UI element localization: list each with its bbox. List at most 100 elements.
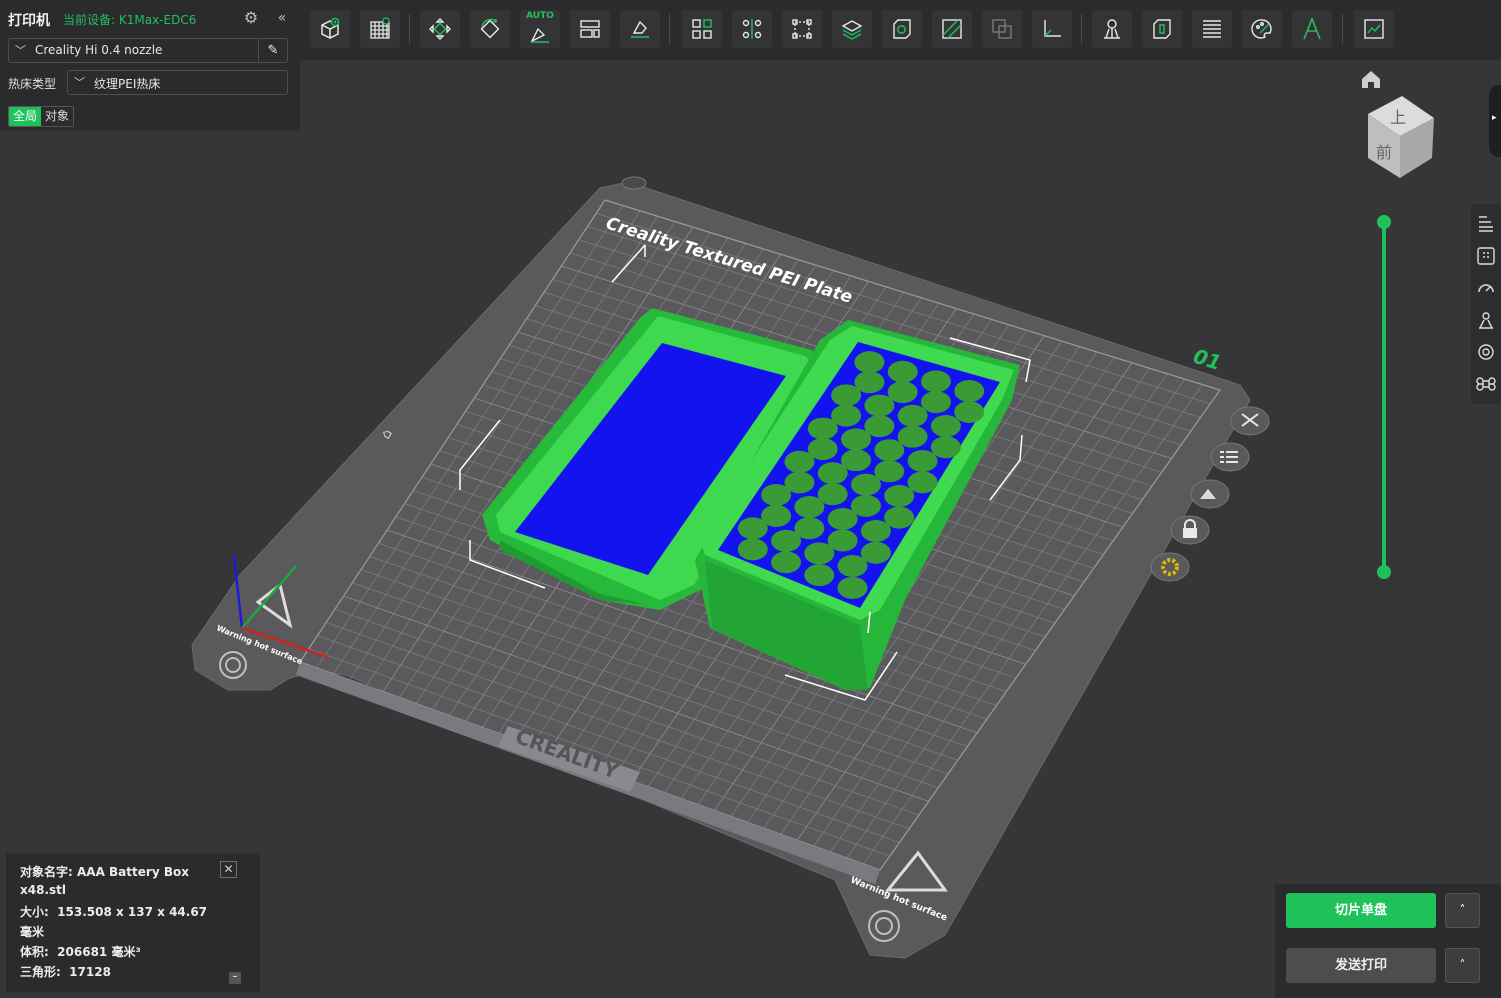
edit-pencil-icon[interactable]: ✎ bbox=[258, 39, 287, 62]
orient-button[interactable] bbox=[470, 10, 510, 48]
arrange-button[interactable] bbox=[420, 10, 460, 48]
battery-cell bbox=[864, 394, 895, 417]
support-tree-icon[interactable] bbox=[1476, 310, 1496, 330]
object-name-label: 对象名字: bbox=[20, 865, 73, 879]
orient-icon bbox=[480, 18, 500, 39]
volume-label: 体积: bbox=[20, 945, 49, 959]
battery-cell bbox=[854, 351, 885, 374]
plate-settings-button[interactable] bbox=[1146, 550, 1196, 594]
split-layout-icon bbox=[580, 20, 600, 38]
triangles-value: 17128 bbox=[69, 965, 111, 979]
auto-orient-icon bbox=[530, 27, 549, 43]
gear-icon[interactable]: ⚙ bbox=[242, 9, 260, 27]
size-label: 大小: bbox=[20, 905, 49, 919]
battery-cell bbox=[737, 538, 768, 561]
chevron-right-icon: ▸ bbox=[1492, 113, 1497, 123]
shell-button[interactable] bbox=[1142, 10, 1182, 48]
cut-button[interactable] bbox=[732, 10, 772, 48]
battery-cell bbox=[884, 484, 915, 507]
send-print-button[interactable]: 发送打印 bbox=[1286, 948, 1436, 983]
command-icon[interactable] bbox=[1476, 374, 1496, 394]
bounding-box-button[interactable] bbox=[782, 10, 822, 48]
battery-cell bbox=[841, 428, 872, 451]
support-paint-button[interactable] bbox=[832, 10, 872, 48]
color-paint-icon bbox=[1251, 19, 1272, 39]
minimize-icon[interactable]: – bbox=[229, 972, 241, 984]
battery-cell bbox=[874, 439, 905, 462]
printer-header: 打印机 当前设备: K1Max-EDC6 ⚙ « bbox=[8, 9, 292, 30]
close-icon[interactable]: ✕ bbox=[220, 861, 237, 878]
layer-button[interactable] bbox=[1192, 10, 1232, 48]
battery-cell bbox=[807, 417, 838, 440]
plate-grid-icon[interactable] bbox=[1476, 246, 1496, 266]
battery-cell bbox=[804, 542, 835, 565]
split-parts-button[interactable] bbox=[682, 10, 722, 48]
support-icon bbox=[1104, 19, 1120, 39]
battery-cell bbox=[930, 415, 961, 438]
battery-cell bbox=[784, 450, 815, 473]
lay-flat-icon bbox=[631, 20, 649, 38]
measure-icon bbox=[1044, 20, 1061, 37]
slice-options-arrow[interactable]: ˄ bbox=[1445, 893, 1480, 928]
add-object-button[interactable] bbox=[310, 10, 350, 48]
layer-slider-top-handle[interactable] bbox=[1377, 215, 1391, 229]
hollow-button[interactable] bbox=[882, 10, 922, 48]
cut-icon bbox=[742, 19, 762, 39]
battery-cell bbox=[954, 380, 985, 403]
hollow-icon bbox=[893, 19, 911, 39]
battery-cell bbox=[920, 370, 951, 393]
seam-paint-button[interactable] bbox=[932, 10, 972, 48]
battery-cell bbox=[771, 529, 802, 552]
lock-icon bbox=[1183, 528, 1197, 538]
send-options-arrow[interactable]: ˄ bbox=[1445, 948, 1480, 983]
auto-orient-button[interactable]: AUTO bbox=[520, 10, 560, 48]
battery-cell bbox=[920, 391, 951, 414]
plate-button[interactable] bbox=[360, 10, 400, 48]
top-toolbar: AUTO bbox=[300, 0, 1501, 60]
split-layout-button[interactable] bbox=[570, 10, 610, 48]
battery-cell bbox=[907, 471, 938, 494]
current-device-label[interactable]: 当前设备: K1Max-EDC6 bbox=[63, 11, 196, 28]
triangles-label: 三角形: bbox=[20, 965, 61, 979]
lay-flat-button[interactable] bbox=[620, 10, 660, 48]
boolean-button[interactable] bbox=[982, 10, 1022, 48]
size-value: 153.508 x 137 x 44.67 bbox=[57, 905, 208, 919]
plate-grid-icon bbox=[370, 17, 390, 39]
object-name-value: AAA Battery Box bbox=[77, 865, 189, 879]
battery-cell bbox=[831, 384, 862, 407]
battery-cell bbox=[804, 564, 835, 587]
battery-cell bbox=[907, 450, 938, 473]
battery-cell bbox=[837, 554, 868, 577]
view-cube[interactable]: 上 前 bbox=[1360, 96, 1440, 180]
battery-cell bbox=[897, 404, 928, 427]
split-parts-icon bbox=[692, 19, 712, 39]
support-button[interactable] bbox=[1092, 10, 1132, 48]
home-icon[interactable] bbox=[1360, 68, 1382, 90]
assembly-view-button[interactable] bbox=[1354, 10, 1394, 48]
text-button[interactable] bbox=[1292, 10, 1332, 48]
battery-cell bbox=[771, 551, 802, 574]
slice-plate-button[interactable]: 切片单盘 bbox=[1286, 893, 1436, 928]
layer-slider-track[interactable] bbox=[1382, 222, 1386, 572]
layer-icon bbox=[1203, 20, 1221, 38]
object-info-panel: 对象名字: AAA Battery Box x48.stl 大小: 153.50… bbox=[6, 853, 260, 992]
collapse-left-icon[interactable]: « bbox=[274, 9, 290, 27]
object-list-icon[interactable] bbox=[1476, 214, 1496, 234]
add-object-icon bbox=[321, 17, 340, 39]
battery-cell bbox=[817, 462, 848, 485]
color-paint-button[interactable] bbox=[1242, 10, 1282, 48]
battery-cell bbox=[897, 425, 928, 448]
target-icon[interactable] bbox=[1476, 342, 1496, 362]
speed-gauge-icon[interactable] bbox=[1476, 278, 1496, 298]
measure-button[interactable] bbox=[1032, 10, 1072, 48]
right-panel-toggle[interactable]: ▸ bbox=[1489, 85, 1501, 157]
battery-cell bbox=[850, 473, 881, 496]
auto-badge: AUTO bbox=[526, 11, 554, 21]
text-icon bbox=[1303, 17, 1321, 40]
shell-icon bbox=[1153, 19, 1171, 39]
layer-slider-bottom-handle[interactable] bbox=[1377, 565, 1391, 579]
size-unit: 毫米 bbox=[20, 925, 45, 939]
battery-cell bbox=[930, 436, 961, 459]
seam-paint-icon bbox=[942, 19, 962, 39]
slice-panel: 切片单盘 ˄ 发送打印 ˄ bbox=[1275, 884, 1501, 998]
